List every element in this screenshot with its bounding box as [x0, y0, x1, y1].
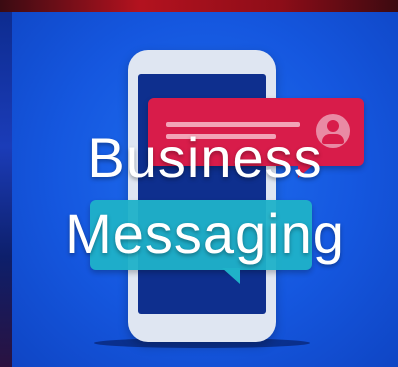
chat-bubble-tail [222, 268, 240, 284]
top-edge-strip [0, 0, 398, 12]
left-edge-sliver [0, 0, 12, 367]
title-line-business: Business [87, 126, 323, 189]
title-line-messaging: Messaging [65, 202, 345, 265]
smartphone-icon [128, 50, 276, 342]
image-frame: Business Messaging [0, 0, 398, 367]
